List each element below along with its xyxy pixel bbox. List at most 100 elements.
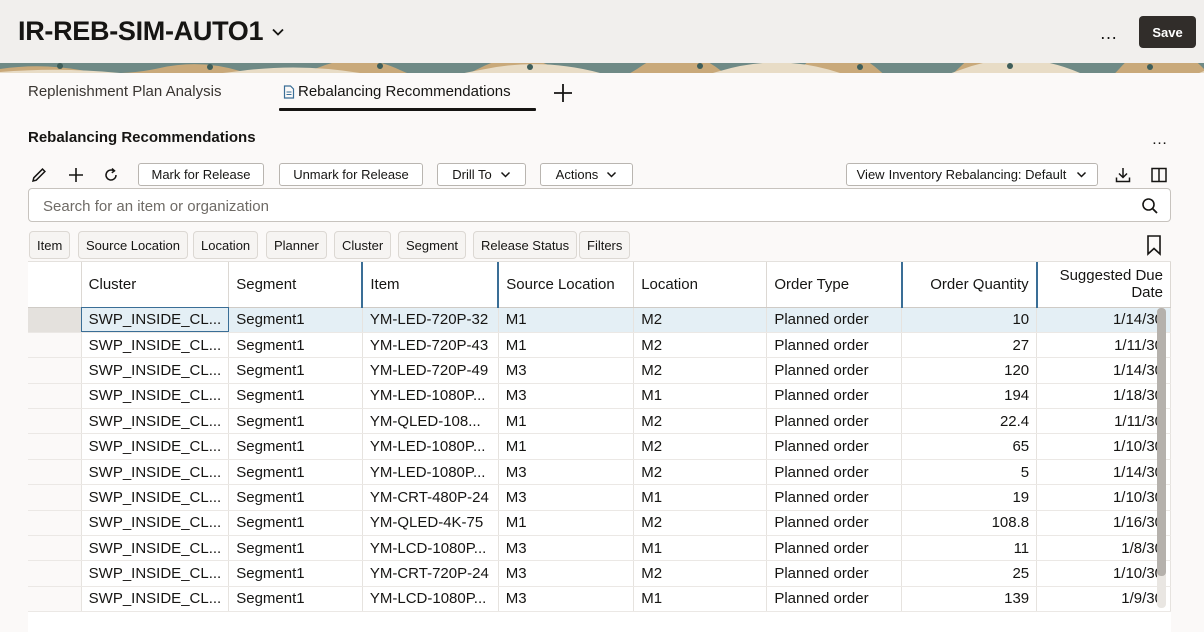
cell-segment[interactable]: Segment1 bbox=[228, 510, 363, 537]
view-select[interactable]: View Inventory Rebalancing: Default bbox=[846, 163, 1098, 186]
cell-order-quantity[interactable]: 108.8 bbox=[901, 510, 1038, 537]
cell-location[interactable]: M1 bbox=[633, 535, 768, 562]
cell-cluster[interactable]: SWP_INSIDE_CL... bbox=[81, 484, 230, 511]
download-icon[interactable] bbox=[1112, 164, 1134, 186]
cell-item[interactable]: YM-LED-1080P... bbox=[362, 383, 499, 410]
cell-cluster[interactable]: SWP_INSIDE_CL... bbox=[81, 560, 230, 587]
add-icon[interactable] bbox=[65, 164, 87, 186]
add-tab-icon[interactable] bbox=[551, 81, 575, 105]
table-row[interactable]: SWP_INSIDE_CL... Segment1 YM-LED-720P-43 M1… bbox=[28, 332, 1171, 359]
cell-order-quantity[interactable]: 194 bbox=[901, 383, 1038, 410]
edit-icon[interactable] bbox=[28, 164, 50, 186]
cell-segment[interactable]: Segment1 bbox=[228, 433, 363, 460]
cell-order-type[interactable]: Planned order bbox=[766, 459, 903, 486]
cell-segment[interactable]: Segment1 bbox=[228, 332, 363, 359]
cell-item[interactable]: YM-CRT-720P-24 bbox=[362, 560, 499, 587]
filter-chip-filters[interactable]: Filters bbox=[579, 231, 631, 259]
cell-location[interactable]: M2 bbox=[633, 408, 768, 435]
filter-chip-segment[interactable]: Segment bbox=[398, 231, 467, 259]
cell-suggested-due-date[interactable]: 1/9/30 bbox=[1036, 586, 1171, 613]
cell-cluster[interactable]: SWP_INSIDE_CL... bbox=[81, 307, 230, 333]
cell-item[interactable]: YM-LCD-1080P... bbox=[362, 535, 499, 562]
save-button[interactable]: Save bbox=[1139, 16, 1196, 48]
cell-segment[interactable]: Segment1 bbox=[228, 307, 363, 333]
cell-source-location[interactable]: M3 bbox=[498, 560, 635, 587]
column-header-cluster[interactable]: Cluster bbox=[81, 262, 230, 308]
cell-suggested-due-date[interactable]: 1/14/30 bbox=[1036, 307, 1171, 333]
cell-suggested-due-date[interactable]: 1/10/30 bbox=[1036, 484, 1171, 511]
table-row[interactable]: SWP_INSIDE_CL... Segment1 YM-LED-1080P... M… bbox=[28, 459, 1171, 486]
cell-suggested-due-date[interactable]: 1/10/30 bbox=[1036, 433, 1171, 460]
vertical-scrollbar-thumb[interactable] bbox=[1157, 308, 1166, 576]
cell-location[interactable]: M1 bbox=[633, 586, 768, 613]
cell-cluster[interactable]: SWP_INSIDE_CL... bbox=[81, 332, 230, 359]
column-header-order-type[interactable]: Order Type bbox=[766, 262, 903, 308]
page-title[interactable]: IR-REB-SIM-AUTO1 bbox=[18, 16, 285, 47]
cell-item[interactable]: YM-LED-720P-43 bbox=[362, 332, 499, 359]
cell-cluster[interactable]: SWP_INSIDE_CL... bbox=[81, 510, 230, 537]
cell-order-quantity[interactable]: 65 bbox=[901, 433, 1038, 460]
cell-segment[interactable]: Segment1 bbox=[228, 484, 363, 511]
row-selector[interactable] bbox=[28, 535, 82, 562]
cell-order-type[interactable]: Planned order bbox=[766, 560, 903, 587]
cell-segment[interactable]: Segment1 bbox=[228, 586, 363, 613]
table-row[interactable]: SWP_INSIDE_CL... Segment1 YM-LED-720P-32 M1… bbox=[28, 307, 1171, 333]
cell-item[interactable]: YM-QLED-108... bbox=[362, 408, 499, 435]
row-selector[interactable] bbox=[28, 510, 82, 537]
more-actions-icon[interactable]: … bbox=[1096, 21, 1122, 45]
cell-location[interactable]: M2 bbox=[633, 357, 768, 384]
cell-order-type[interactable]: Planned order bbox=[766, 357, 903, 384]
cell-source-location[interactable]: M3 bbox=[498, 459, 635, 486]
search-input[interactable] bbox=[43, 196, 1123, 216]
drill-to-button[interactable]: Drill To bbox=[437, 163, 526, 186]
chevron-down-icon[interactable] bbox=[271, 25, 285, 39]
cell-source-location[interactable]: M3 bbox=[498, 357, 635, 384]
cell-segment[interactable]: Segment1 bbox=[228, 383, 363, 410]
table-row[interactable]: SWP_INSIDE_CL... Segment1 YM-LCD-1080P... M… bbox=[28, 535, 1171, 562]
cell-order-type[interactable]: Planned order bbox=[766, 408, 903, 435]
cell-suggested-due-date[interactable]: 1/18/30 bbox=[1036, 383, 1171, 410]
cell-order-type[interactable]: Planned order bbox=[766, 433, 903, 460]
cell-suggested-due-date[interactable]: 1/14/30 bbox=[1036, 357, 1171, 384]
row-selector[interactable] bbox=[28, 408, 82, 435]
cell-source-location[interactable]: M1 bbox=[498, 433, 635, 460]
cell-suggested-due-date[interactable]: 1/16/30 bbox=[1036, 510, 1171, 537]
cell-cluster[interactable]: SWP_INSIDE_CL... bbox=[81, 383, 230, 410]
actions-button[interactable]: Actions bbox=[540, 163, 633, 186]
row-selector[interactable] bbox=[28, 332, 82, 359]
cell-segment[interactable]: Segment1 bbox=[228, 357, 363, 384]
cell-source-location[interactable]: M3 bbox=[498, 484, 635, 511]
cell-order-quantity[interactable]: 19 bbox=[901, 484, 1038, 511]
cell-source-location[interactable]: M1 bbox=[498, 408, 635, 435]
row-selector[interactable] bbox=[28, 586, 82, 613]
table-row[interactable]: SWP_INSIDE_CL... Segment1 YM-LED-720P-49 M3… bbox=[28, 357, 1171, 384]
column-header-item[interactable]: Item bbox=[362, 262, 500, 308]
cell-cluster[interactable]: SWP_INSIDE_CL... bbox=[81, 357, 230, 384]
column-header-order-quantity[interactable]: Order Quantity bbox=[901, 262, 1038, 308]
cell-source-location[interactable]: M1 bbox=[498, 332, 635, 359]
cell-source-location[interactable]: M3 bbox=[498, 586, 635, 613]
filter-chip-source-location[interactable]: Source Location bbox=[78, 231, 188, 259]
cell-item[interactable]: YM-LED-1080P... bbox=[362, 433, 499, 460]
cell-order-quantity[interactable]: 25 bbox=[901, 560, 1038, 587]
cell-order-type[interactable]: Planned order bbox=[766, 307, 903, 333]
cell-order-quantity[interactable]: 139 bbox=[901, 586, 1038, 613]
column-header-location[interactable]: Location bbox=[633, 262, 768, 308]
cell-location[interactable]: M2 bbox=[633, 510, 768, 537]
column-header-source-location[interactable]: Source Location bbox=[498, 262, 635, 308]
row-selector[interactable] bbox=[28, 560, 82, 587]
cell-order-type[interactable]: Planned order bbox=[766, 332, 903, 359]
tab-rebalancing-recommendations[interactable]: Rebalancing Recommendations bbox=[283, 83, 511, 100]
cell-order-quantity[interactable]: 11 bbox=[901, 535, 1038, 562]
cell-cluster[interactable]: SWP_INSIDE_CL... bbox=[81, 408, 230, 435]
cell-segment[interactable]: Segment1 bbox=[228, 408, 363, 435]
filter-chip-planner[interactable]: Planner bbox=[266, 231, 327, 259]
cell-item[interactable]: YM-LED-1080P... bbox=[362, 459, 499, 486]
filter-chip-cluster[interactable]: Cluster bbox=[334, 231, 392, 259]
columns-icon[interactable] bbox=[1148, 164, 1170, 186]
cell-location[interactable]: M2 bbox=[633, 433, 768, 460]
unmark-for-release-button[interactable]: Unmark for Release bbox=[279, 163, 423, 186]
cell-order-quantity[interactable]: 10 bbox=[901, 307, 1038, 333]
cell-order-quantity[interactable]: 22.4 bbox=[901, 408, 1038, 435]
cell-suggested-due-date[interactable]: 1/14/30 bbox=[1036, 459, 1171, 486]
